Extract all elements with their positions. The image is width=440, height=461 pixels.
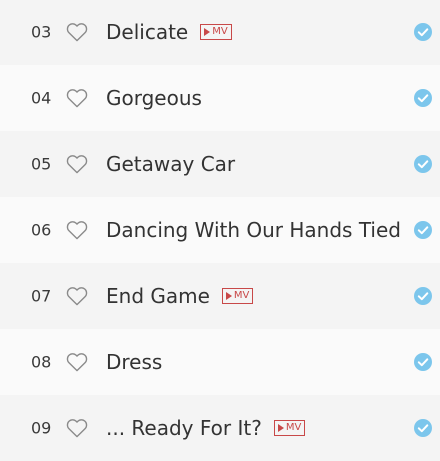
checkmark-circle-icon: [414, 89, 432, 107]
heart-outline-icon[interactable]: [66, 154, 88, 174]
track-number: 05: [31, 154, 52, 174]
track-number: 07: [31, 286, 52, 306]
play-triangle-icon: [225, 292, 232, 300]
track-title-group: End Game MV: [106, 284, 254, 308]
track-number: 06: [31, 220, 52, 240]
track-number: 03: [31, 22, 52, 42]
track-title[interactable]: Dress: [106, 350, 162, 374]
checkmark-circle-icon: [414, 155, 432, 173]
heart-outline-icon[interactable]: [66, 418, 88, 438]
track-row[interactable]: 05 Getaway Car: [0, 131, 440, 197]
track-number: 04: [31, 88, 52, 108]
heart-outline-icon[interactable]: [66, 220, 88, 240]
play-triangle-icon: [204, 28, 211, 36]
track-row[interactable]: 03 Delicate MV: [0, 0, 440, 65]
mv-badge-label: MV: [285, 422, 302, 433]
track-number: 09: [31, 418, 52, 438]
heart-outline-icon[interactable]: [66, 22, 88, 42]
play-triangle-icon: [277, 424, 284, 432]
checkmark-circle-icon: [414, 287, 432, 305]
track-title[interactable]: Dancing With Our Hands Tied: [106, 218, 401, 242]
checkmark-circle-icon: [414, 221, 432, 239]
mv-badge[interactable]: MV: [273, 420, 306, 436]
track-title-group: Delicate MV: [106, 20, 232, 44]
track-row[interactable]: 08 Dress: [0, 329, 440, 395]
mv-badge-label: MV: [233, 290, 250, 301]
track-title[interactable]: End Game: [106, 284, 210, 308]
track-list: 03 Delicate MV 04 Gorgeous 05 Getaway Car 06 Dan…: [0, 0, 440, 461]
track-title[interactable]: Getaway Car: [106, 152, 235, 176]
track-row[interactable]: 09 ... Ready For It? MV: [0, 395, 440, 461]
mv-badge[interactable]: MV: [200, 24, 232, 40]
heart-outline-icon[interactable]: [66, 88, 88, 108]
track-title-group: Gorgeous: [106, 86, 202, 110]
track-row[interactable]: 04 Gorgeous: [0, 65, 440, 131]
track-title-group: Getaway Car: [106, 152, 235, 176]
checkmark-circle-icon: [414, 23, 432, 41]
track-number: 08: [31, 352, 52, 372]
track-title-group: Dress: [106, 350, 162, 374]
track-title[interactable]: Delicate: [106, 20, 188, 44]
checkmark-circle-icon: [414, 353, 432, 371]
track-title-group: Dancing With Our Hands Tied: [106, 218, 401, 242]
checkmark-circle-icon: [414, 419, 432, 437]
track-title[interactable]: Gorgeous: [106, 86, 202, 110]
track-row[interactable]: 07 End Game MV: [0, 263, 440, 329]
heart-outline-icon[interactable]: [66, 286, 88, 306]
mv-badge-label: MV: [212, 26, 228, 37]
mv-badge[interactable]: MV: [221, 288, 254, 304]
track-row[interactable]: 06 Dancing With Our Hands Tied: [0, 197, 440, 263]
track-title[interactable]: ... Ready For It?: [106, 416, 262, 440]
track-title-group: ... Ready For It? MV: [106, 416, 306, 440]
heart-outline-icon[interactable]: [66, 352, 88, 372]
